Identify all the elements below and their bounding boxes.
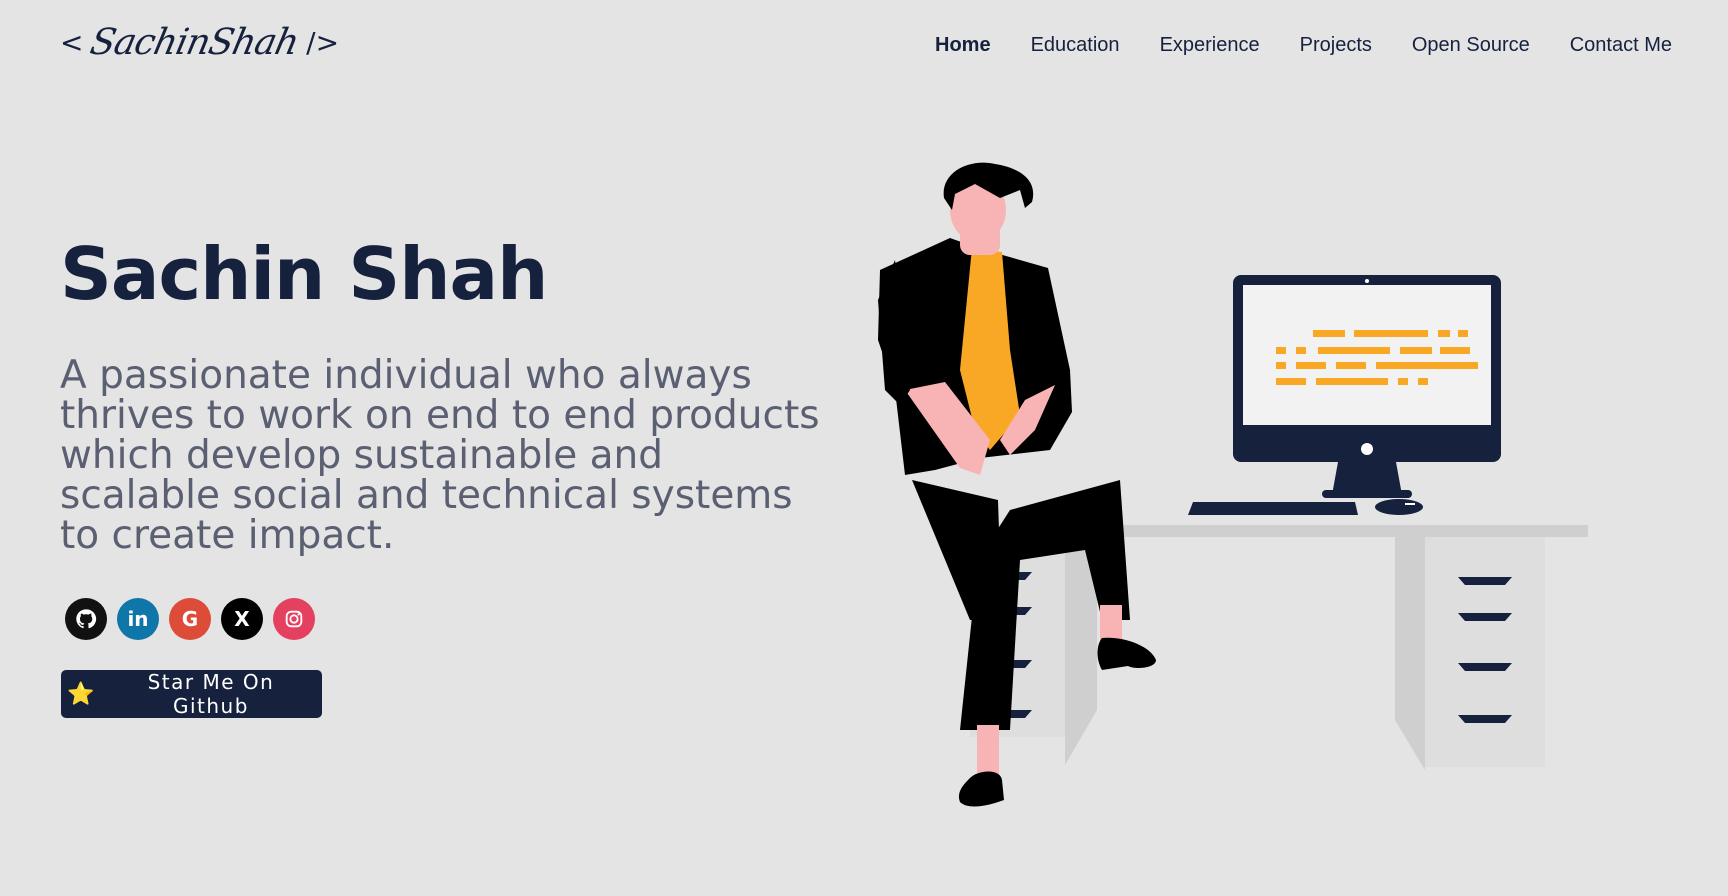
logo-close-bracket: /> xyxy=(306,26,340,59)
linkedin-link[interactable]: in xyxy=(117,598,159,640)
github-icon xyxy=(76,609,97,629)
monitor-illustration xyxy=(1233,275,1501,498)
developer-illustration xyxy=(878,162,1588,807)
mouse-illustration xyxy=(1375,499,1423,515)
google-icon: G xyxy=(181,607,199,631)
keyboard-illustration xyxy=(1188,502,1358,515)
x-link[interactable]: X xyxy=(221,598,263,640)
main-nav: Home Education Experience Projects Open … xyxy=(935,34,1672,57)
instagram-link[interactable] xyxy=(273,598,315,640)
star-button-label: Star Me On Github xyxy=(147,670,275,718)
star-icon: ⭐ xyxy=(67,681,96,707)
nav-education[interactable]: Education xyxy=(1031,34,1120,57)
hero-description: A passionate individual who always thriv… xyxy=(60,353,820,558)
nav-open-source[interactable]: Open Source xyxy=(1412,34,1530,57)
nav-home[interactable]: Home xyxy=(935,34,991,57)
nav-experience[interactable]: Experience xyxy=(1160,34,1260,57)
google-link[interactable]: G xyxy=(169,598,211,640)
logo-open-bracket: < xyxy=(60,26,84,59)
instagram-icon xyxy=(285,610,303,628)
x-icon: X xyxy=(234,607,250,631)
star-on-github-button[interactable]: ⭐ Star Me On Github xyxy=(61,670,322,718)
linkedin-icon: in xyxy=(127,607,149,631)
nav-contact-me[interactable]: Contact Me xyxy=(1570,34,1672,57)
github-link[interactable] xyxy=(65,598,107,640)
hero-title: Sachin Shah xyxy=(60,232,548,316)
site-logo[interactable]: < SachinShah /> xyxy=(60,22,339,63)
social-links: in G X xyxy=(65,598,315,640)
desk-illustration xyxy=(970,525,1588,770)
nav-projects[interactable]: Projects xyxy=(1300,34,1372,57)
logo-signature: SachinShah xyxy=(87,22,303,63)
